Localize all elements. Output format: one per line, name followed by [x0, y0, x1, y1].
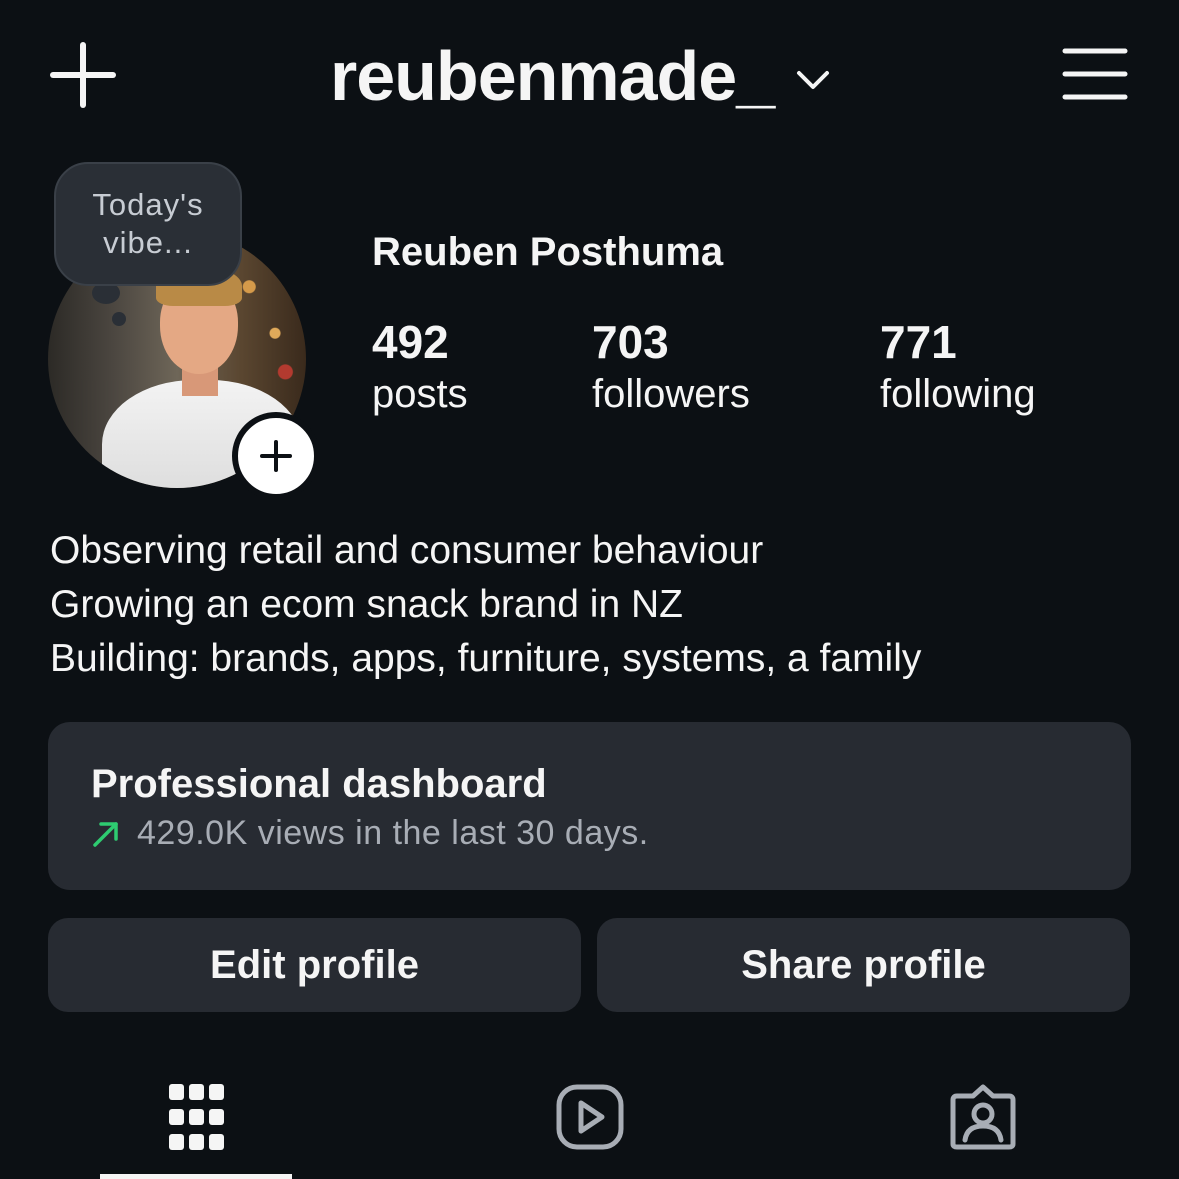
new-post-button[interactable] [50, 42, 116, 108]
arrow-up-right-icon [93, 821, 118, 847]
stat-followers-count: 703 [592, 316, 669, 368]
dashboard-subtitle: 429.0K views in the last 30 days. [91, 814, 649, 853]
tab-tagged[interactable] [923, 1072, 1043, 1162]
stat-followers[interactable]: 703 followers [592, 316, 750, 420]
tab-posts-grid[interactable] [137, 1072, 257, 1162]
profile-username: reubenmade_ [330, 37, 775, 115]
note-bubble[interactable]: Today's vibe... [54, 162, 242, 286]
note-bubble-tail-small [112, 312, 126, 326]
share-profile-button[interactable]: Share profile [597, 918, 1130, 1012]
stat-posts[interactable]: 492 posts [372, 316, 468, 420]
bio-line: Growing an ecom snack brand in NZ [50, 583, 683, 626]
grid-icon [169, 1084, 224, 1150]
plus-icon [260, 440, 292, 472]
tagged-icon [950, 1084, 1016, 1150]
dashboard-title: Professional dashboard [91, 762, 547, 806]
profile-bio: Observing retail and consumer behaviour … [50, 524, 921, 686]
tab-reels[interactable] [530, 1072, 650, 1162]
hamburger-menu-icon [1062, 48, 1128, 100]
stat-posts-label: posts [372, 372, 468, 416]
profile-full-name: Reuben Posthuma [372, 230, 724, 274]
stat-following-count: 771 [880, 316, 957, 368]
stat-following-label: following [880, 372, 1036, 416]
professional-dashboard-card[interactable]: Professional dashboard 429.0K views in t… [48, 722, 1131, 890]
stat-following[interactable]: 771 following [880, 316, 1036, 420]
active-tab-indicator [100, 1174, 292, 1179]
dashboard-views-text: 429.0K views in the last 30 days. [137, 814, 649, 852]
note-bubble-text: Today's vibe... [92, 187, 204, 260]
menu-button[interactable] [1062, 46, 1128, 102]
stat-followers-label: followers [592, 372, 750, 416]
account-switcher[interactable]: reubenmade_ [330, 36, 830, 116]
edit-profile-button[interactable]: Edit profile [48, 918, 581, 1012]
add-story-button[interactable] [232, 412, 320, 500]
stat-posts-count: 492 [372, 316, 449, 368]
plus-icon [50, 42, 116, 108]
chevron-down-icon [797, 71, 830, 89]
bio-line: Observing retail and consumer behaviour [50, 529, 764, 572]
reels-icon [556, 1084, 624, 1150]
bio-line: Building: brands, apps, furniture, syste… [50, 637, 922, 680]
